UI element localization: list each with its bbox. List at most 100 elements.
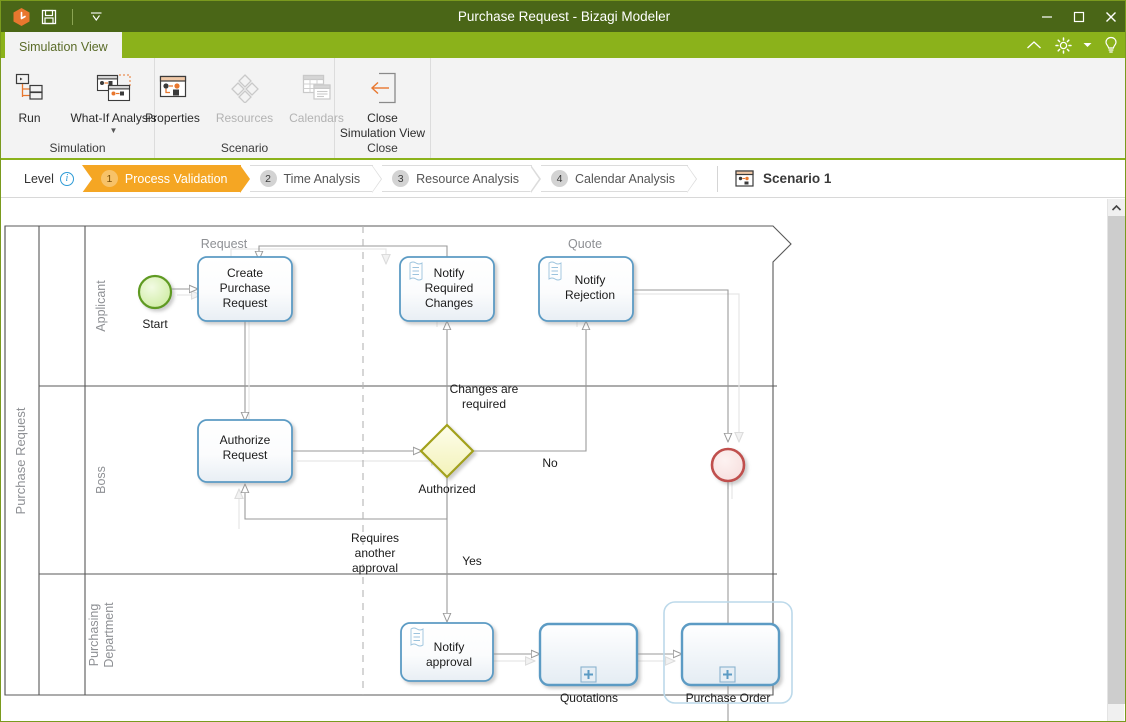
lane-purchasing-department[interactable]: Purchasing Department (87, 602, 116, 668)
step-number-2: 2 (259, 170, 277, 187)
info-icon[interactable]: i (59, 171, 74, 186)
subprocess-expand-marker-icon[interactable] (719, 666, 736, 683)
save-icon[interactable] (36, 4, 62, 30)
subprocess-label-quotations: Quotations (560, 691, 618, 705)
task-line-2: Request (223, 448, 268, 462)
step-number-4: 4 (550, 170, 568, 187)
task-line-2: Purchase (220, 281, 271, 295)
task-line-1: Notify (434, 266, 465, 280)
lane-label-purchasing-2: Department (102, 602, 116, 668)
ribbon-tab-strip: Simulation View (1, 32, 1125, 58)
run-label: Run (18, 111, 41, 125)
calendars-icon (302, 66, 332, 110)
close-simulation-icon (367, 66, 399, 110)
requires-approval-line1: Requires (351, 531, 399, 545)
request-message-label: Request (201, 237, 248, 251)
resources-icon (229, 66, 261, 110)
what-if-icon (96, 66, 132, 110)
diagram-canvas[interactable]: Purchase Request Applicant Boss Purchasi… (1, 199, 1109, 721)
tab-simulation-view[interactable]: Simulation View (5, 32, 122, 58)
task-line-2: Rejection (565, 288, 615, 302)
task-line-2: Required (425, 281, 474, 295)
step-number-3: 3 (392, 170, 410, 187)
collapse-ribbon-icon[interactable] (1024, 34, 1044, 56)
start-event-label: Start (142, 317, 168, 331)
help-bulb-icon[interactable] (1101, 34, 1121, 56)
ribbon-group-title-close: Close (367, 141, 398, 155)
gateway-label: Authorized (418, 482, 475, 496)
step-resource-analysis[interactable]: 3 Resource Analysis (382, 165, 541, 193)
run-icon (13, 66, 46, 110)
step-calendar-analysis[interactable]: 4 Calendar Analysis (540, 165, 698, 193)
task-authorize-request[interactable]: Authorize Request (197, 419, 293, 483)
ribbon-group-title-simulation: Simulation (49, 141, 106, 155)
scenario-label: Scenario 1 (763, 171, 832, 186)
scroll-up-button[interactable] (1108, 199, 1125, 216)
lane-label-purchasing-1: Purchasing (87, 604, 101, 667)
subprocess-label-purchase-order: Purchase Order (686, 691, 771, 705)
task-notify-required-changes[interactable]: Notify Required Changes (399, 256, 495, 322)
close-simulation-view-button[interactable]: Close Simulation View (335, 64, 431, 140)
resources-label: Resources (215, 111, 274, 125)
run-button[interactable]: Run (1, 64, 66, 125)
customize-quick-access-caret-icon[interactable] (83, 4, 109, 30)
no-label: No (542, 456, 558, 470)
requires-approval-line2: another (355, 546, 396, 560)
bizagi-logo-icon[interactable] (8, 4, 34, 30)
quote-message-label: Quote (568, 237, 602, 251)
scenario-icon (735, 170, 754, 187)
properties-icon (158, 66, 188, 110)
close-button[interactable] (1095, 1, 1125, 32)
ribbon-group-title-scenario: Scenario (220, 141, 269, 155)
ribbon-group-close: Close Simulation View Close (335, 58, 431, 158)
settings-gear-icon[interactable] (1053, 34, 1073, 56)
level-bar: Level i 1 Process Validation 2 Time Anal… (1, 160, 1125, 198)
task-notify-rejection[interactable]: Notify Rejection (538, 256, 634, 322)
ribbon-group-simulation: Run What-If Analysis ▼ Simulation (1, 58, 157, 158)
level-label-group: Level i (24, 171, 74, 186)
step-number-1: 1 (100, 170, 118, 187)
start-event[interactable]: Start (137, 274, 173, 331)
scenario-divider (717, 165, 719, 192)
end-event[interactable] (710, 447, 746, 483)
step-time-analysis[interactable]: 2 Time Analysis (249, 165, 382, 193)
close-simulation-view-label-line2: Simulation View (339, 126, 426, 140)
changes-required-label-line1: Changes are (450, 382, 519, 396)
properties-button[interactable]: Properties (137, 64, 209, 125)
minimize-button[interactable] (1031, 1, 1063, 32)
ribbon-group-scenario: Properties Resources Calendars Scenario (145, 58, 344, 158)
changes-required-label-line2: required (462, 397, 506, 411)
what-if-analysis-caret-icon[interactable]: ▼ (110, 126, 118, 136)
vertical-scrollbar[interactable] (1107, 199, 1125, 721)
level-steps: 1 Process Validation 2 Time Analysis 3 R… (81, 165, 698, 193)
title-bar: Purchase Request - Bizagi Modeler (1, 1, 1125, 32)
ribbon-tools (1024, 32, 1121, 58)
settings-caret-icon[interactable] (1082, 34, 1092, 56)
scrollbar-thumb[interactable] (1108, 216, 1125, 704)
step-label-1: Process Validation (124, 171, 228, 186)
maximize-button[interactable] (1063, 1, 1095, 32)
task-line-1: Notify (575, 273, 606, 287)
step-label-3: Resource Analysis (416, 171, 519, 186)
pool-label: Purchase Request (13, 407, 28, 514)
window-controls (1031, 1, 1125, 32)
toolbar-divider (72, 8, 73, 25)
task-line-2: approval (426, 655, 472, 669)
task-line-1: Authorize (220, 433, 271, 447)
ribbon: Run What-If Analysis ▼ Simulation Proper… (1, 58, 1125, 160)
window-title: Purchase Request - Bizagi Modeler (457, 9, 671, 24)
close-simulation-view-label-line1: Close (367, 111, 398, 125)
task-line-1: Create (227, 266, 263, 280)
properties-label: Properties (145, 111, 200, 125)
scenario-selector[interactable]: Scenario 1 (735, 170, 831, 187)
lane-label-applicant: Applicant (94, 280, 108, 332)
yes-label: Yes (462, 554, 482, 568)
bpmn-diagram: Purchase Request Applicant Boss Purchasi… (4, 225, 793, 721)
resources-button: Resources (209, 64, 281, 125)
bizagi-modeler-window: Purchase Request - Bizagi Modeler Simula… (0, 0, 1126, 722)
step-process-validation[interactable]: 1 Process Validation (81, 165, 250, 193)
task-create-purchase-request[interactable]: Create Purchase Request (197, 256, 293, 322)
subprocess-expand-marker-icon[interactable] (580, 666, 597, 683)
task-line-1: Notify (434, 640, 465, 654)
task-notify-approval[interactable]: Notify approval (400, 622, 494, 682)
